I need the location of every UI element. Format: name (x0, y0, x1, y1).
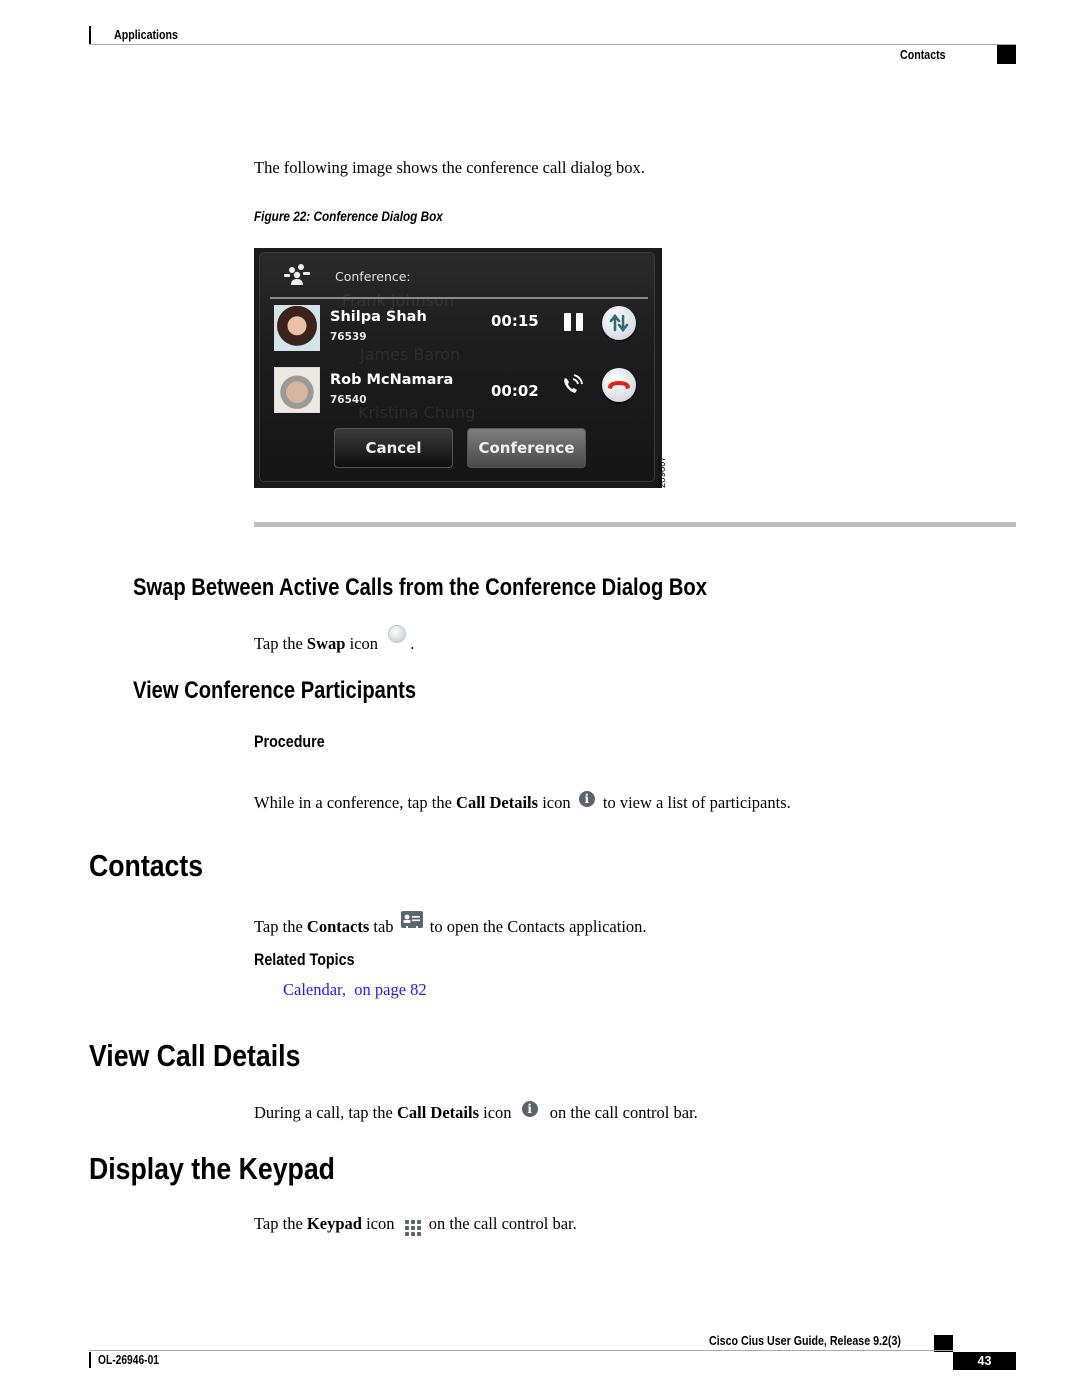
footer-guide-title: Cisco Cius User Guide, Release 9.2(3) (709, 1333, 901, 1348)
heading-view-conference-participants: View Conference Participants (133, 677, 417, 704)
conference-people-icon (284, 264, 310, 285)
conference-dialog: Frank Johnson James Baron Kristina Chung… (260, 253, 654, 481)
text: icon (361, 1214, 395, 1233)
ui-term: Swap (306, 634, 346, 653)
ui-term: Call Details (396, 1103, 479, 1122)
call-details-icon: i (578, 791, 595, 807)
procedure-label: Procedure (254, 732, 325, 751)
contacts-tab-icon (400, 911, 423, 928)
footer-bar-mark (89, 1352, 91, 1368)
section-separator (254, 522, 1016, 527)
footer-page-number: 43 (953, 1352, 1016, 1370)
ui-term: Call Details (456, 793, 539, 812)
ui-term: Contacts (306, 917, 370, 936)
participant-name: Shilpa Shah (330, 309, 427, 325)
figure-caption: Figure 22: Conference Dialog Box (254, 208, 443, 224)
ui-term: Keypad (306, 1214, 362, 1233)
dialog-title: Conference: (335, 269, 411, 284)
swap-icon (609, 313, 629, 333)
ghost-name: Kristina Chung (358, 403, 476, 422)
intro-text: The following image shows the conference… (254, 158, 645, 177)
heading-view-call-details: View Call Details (89, 1038, 301, 1073)
heading-contacts: Contacts (89, 848, 204, 883)
participant-number: 76540 (330, 394, 367, 406)
participants-instruction: While in a conference, tap the Call Deta… (254, 791, 791, 813)
text: During a call, tap the (254, 1103, 397, 1122)
text: Tap the (254, 634, 307, 653)
swap-icon (388, 625, 407, 643)
text: tab (369, 917, 394, 936)
text: to view a list of participants. (602, 793, 791, 812)
header-bar-mark (89, 26, 91, 45)
header-rule (89, 44, 1016, 45)
footer-rule (89, 1350, 953, 1351)
text: Tap the (254, 1214, 307, 1233)
figure-id: 209607 (657, 452, 671, 488)
ringing-phone-icon (564, 374, 583, 393)
ghost-name: James Baron (360, 345, 461, 364)
call-details-icon: i (521, 1101, 538, 1117)
keypad-instruction: Tap the Keypad icon on the call control … (254, 1214, 577, 1236)
keypad-icon (404, 1220, 421, 1236)
end-call-button[interactable] (602, 368, 636, 402)
participant-duration: 00:15 (491, 312, 539, 330)
header-block-mark (997, 45, 1016, 64)
related-topics-label: Related Topics (254, 950, 355, 969)
related-topic-link-calendar[interactable]: Calendar, on page 82 (283, 980, 427, 1000)
text: While in a conference, tap the (254, 793, 457, 812)
conference-dialog-figure: Frank Johnson James Baron Kristina Chung… (254, 248, 662, 488)
heading-display-keypad: Display the Keypad (89, 1151, 335, 1186)
dialog-title-rule (270, 297, 648, 299)
ghost-name: Frank Johnson (342, 291, 454, 310)
text: on the call control bar. (549, 1103, 698, 1122)
participant-name: Rob McNamara (330, 372, 454, 388)
pause-icon[interactable] (564, 313, 584, 331)
text: icon (538, 793, 571, 812)
swap-button[interactable] (602, 306, 636, 340)
participant-duration: 00:02 (491, 382, 539, 400)
figure-id-text: 209607 (657, 456, 668, 488)
contacts-instruction: Tap the Contacts tab to open the Contact… (254, 911, 647, 937)
end-call-icon (608, 381, 630, 389)
header-chapter: Applications (114, 27, 178, 42)
participant-avatar (274, 305, 320, 351)
text: icon (345, 634, 378, 653)
heading-swap: Swap Between Active Calls from the Confe… (133, 574, 707, 601)
participant-avatar (274, 367, 320, 413)
text: Tap the (254, 917, 307, 936)
text: . (410, 634, 415, 653)
conference-button[interactable]: Conference (467, 428, 586, 468)
participant-number: 76539 (330, 331, 367, 343)
swap-instruction: Tap the Swap icon . (254, 625, 414, 654)
text: to open the Contacts application. (429, 917, 647, 936)
text: on the call control bar. (428, 1214, 577, 1233)
footer-doc-number: OL-26946-01 (98, 1353, 159, 1367)
header-section: Contacts (900, 47, 946, 62)
call-details-instruction: During a call, tap the Call Details icon… (254, 1101, 698, 1123)
text: icon (479, 1103, 512, 1122)
cancel-button[interactable]: Cancel (334, 428, 453, 468)
